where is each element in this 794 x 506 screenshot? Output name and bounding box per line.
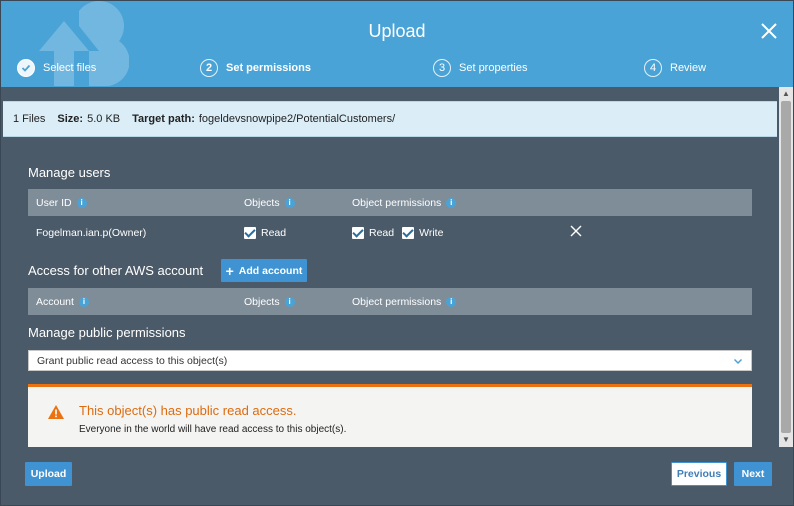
user-id: Fogelman.ian.p(Owner) bbox=[36, 227, 147, 239]
objects-read-checkbox[interactable]: Read bbox=[244, 227, 286, 239]
scrollbar-thumb[interactable] bbox=[781, 101, 791, 433]
check-icon bbox=[17, 59, 35, 77]
step-set-permissions[interactable]: 2 Set permissions bbox=[200, 59, 311, 77]
warning-icon bbox=[48, 405, 64, 419]
public-permissions-select[interactable]: Grant public read access to this object(… bbox=[28, 350, 752, 371]
table-row: Fogelman.ian.p(Owner) Read Read Write bbox=[28, 218, 752, 248]
other-accounts-title: Access for other AWS account bbox=[28, 263, 204, 278]
step-label: Review bbox=[670, 62, 707, 74]
public-access-alert: This object(s) has public read access. E… bbox=[28, 384, 752, 447]
step-number: 2 bbox=[200, 59, 218, 77]
upload-summary-bar: 1 Files Size: 5.0 KB Target path: fogeldev… bbox=[3, 101, 777, 137]
remove-user-icon[interactable] bbox=[570, 225, 582, 237]
accounts-table-header: Account i Objects i Object permissions i bbox=[28, 288, 752, 315]
wizard-steps: Select files 2 Set permissions 3 Set pro… bbox=[1, 59, 793, 81]
add-account-button[interactable]: + Add account bbox=[221, 259, 307, 282]
column-user-id: User ID i bbox=[36, 189, 87, 216]
step-label: Select files bbox=[43, 62, 97, 74]
target-path: Target path: fogeldevsnowpipe2/PotentialC… bbox=[132, 113, 396, 125]
info-icon[interactable]: i bbox=[284, 296, 295, 307]
column-object-permissions: Object permissions i bbox=[352, 189, 457, 216]
checkbox-checked-icon[interactable] bbox=[352, 227, 364, 239]
public-permissions-title: Manage public permissions bbox=[28, 325, 186, 340]
dialog-title: Upload bbox=[368, 21, 426, 41]
step-select-files[interactable]: Select files bbox=[17, 59, 96, 77]
manage-users-title: Manage users bbox=[28, 165, 111, 180]
scroll-down-icon[interactable]: ▼ bbox=[781, 435, 791, 445]
info-icon[interactable]: i bbox=[78, 296, 89, 307]
dialog-footer: Upload Previous Next bbox=[1, 447, 793, 505]
info-icon[interactable]: i bbox=[446, 197, 457, 208]
checkbox-checked-icon[interactable] bbox=[244, 227, 256, 239]
chevron-down-icon bbox=[733, 358, 743, 365]
column-object-permissions: Object permissions i bbox=[352, 288, 457, 315]
column-objects: Objects i bbox=[244, 288, 295, 315]
scrollbar[interactable]: ▲ ▼ bbox=[779, 87, 793, 447]
alert-text: Everyone in the world will have read acc… bbox=[79, 424, 347, 435]
alert-title: This object(s) has public read access. bbox=[79, 403, 297, 418]
file-count: 1 Files bbox=[13, 113, 46, 125]
perm-write-checkbox[interactable]: Write bbox=[402, 227, 443, 239]
step-number: 4 bbox=[644, 59, 662, 77]
dialog-header: Upload Select files 2 Set permissions 3 … bbox=[1, 1, 793, 87]
permissions-content: Manage users User ID i Objects i Object pe… bbox=[1, 138, 779, 447]
step-review[interactable]: 4 Review bbox=[644, 59, 706, 77]
info-icon[interactable]: i bbox=[76, 197, 87, 208]
info-icon[interactable]: i bbox=[284, 197, 295, 208]
column-objects: Objects i bbox=[244, 189, 295, 216]
step-number: 3 bbox=[433, 59, 451, 77]
checkbox-checked-icon[interactable] bbox=[402, 227, 415, 239]
previous-button[interactable]: Previous bbox=[671, 462, 727, 486]
column-account: Account i bbox=[36, 288, 89, 315]
step-label: Set permissions bbox=[226, 62, 311, 74]
scroll-up-icon[interactable]: ▲ bbox=[781, 89, 791, 99]
step-set-properties[interactable]: 3 Set properties bbox=[433, 59, 527, 77]
close-icon[interactable] bbox=[759, 21, 779, 41]
info-icon[interactable]: i bbox=[446, 296, 457, 307]
file-size: Size: 5.0 KB bbox=[57, 113, 121, 125]
plus-icon: + bbox=[225, 262, 234, 279]
users-table-header: User ID i Objects i Object permissions i bbox=[28, 189, 752, 216]
upload-dialog: Upload Select files 2 Set permissions 3 … bbox=[0, 0, 794, 506]
perm-read-checkbox[interactable]: Read bbox=[352, 227, 394, 239]
step-label: Set properties bbox=[459, 62, 528, 74]
upload-button[interactable]: Upload bbox=[25, 462, 72, 486]
next-button[interactable]: Next bbox=[734, 462, 772, 486]
